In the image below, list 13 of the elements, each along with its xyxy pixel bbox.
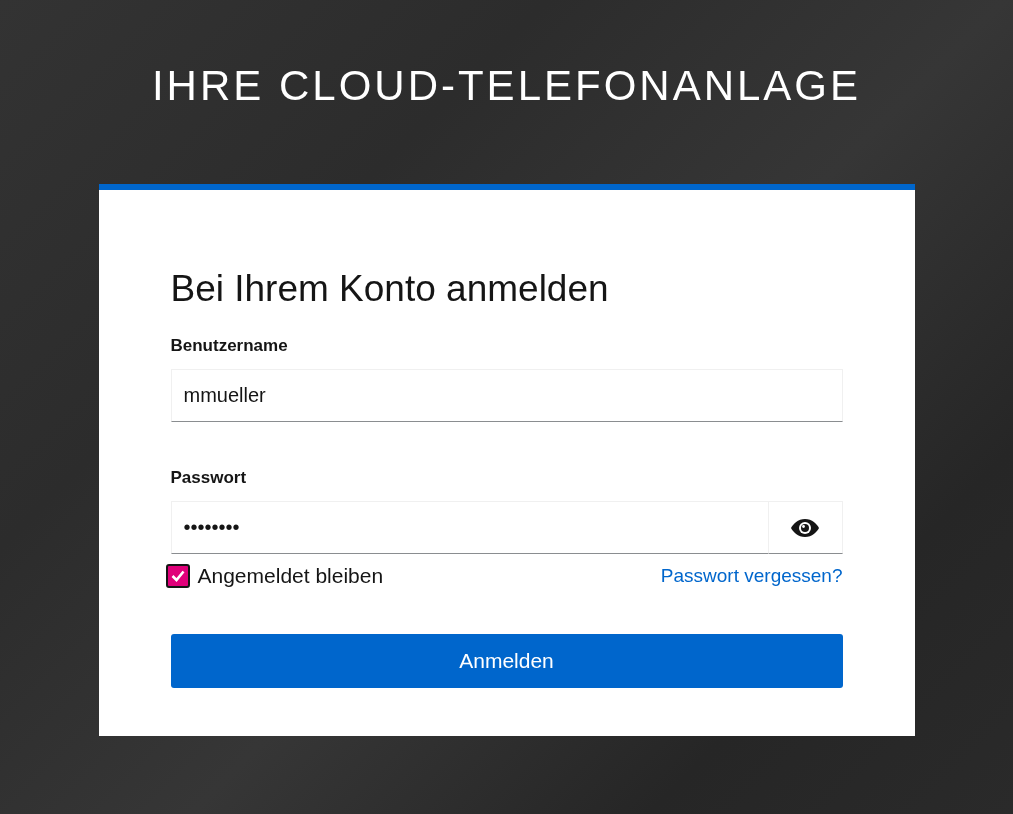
login-button[interactable]: Anmelden [170, 634, 843, 688]
username-field[interactable]: mmueller [170, 369, 843, 422]
remember-label: Angemeldet bleiben [197, 564, 384, 588]
page-title: IHRE CLOUD-TELEFONANLAGE [151, 61, 862, 111]
eye-icon [791, 518, 819, 537]
password-field[interactable]: •••••••• [170, 501, 769, 554]
login-heading: Bei Ihrem Konto anmelden [170, 268, 610, 310]
password-label: Passwort [170, 468, 248, 488]
remember-checkbox[interactable] [165, 564, 190, 588]
username-label: Benutzername [170, 336, 289, 356]
check-icon [170, 570, 185, 582]
forgot-password-link[interactable]: Passwort vergessen? [660, 565, 843, 587]
show-password-button[interactable] [768, 501, 843, 554]
